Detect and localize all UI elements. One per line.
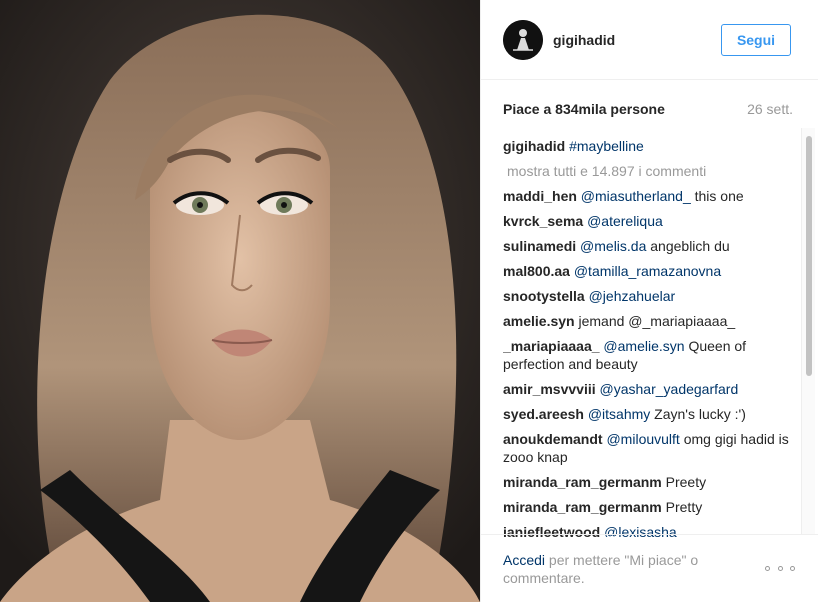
post-header: gigihadid Segui xyxy=(481,0,818,80)
comment-user[interactable]: sulinamedi xyxy=(503,238,576,254)
comment-mention[interactable]: @melis.da xyxy=(580,238,646,254)
scroll-thumb[interactable] xyxy=(806,136,812,376)
comment-mention[interactable]: @tamilla_ramazanovna xyxy=(574,263,721,279)
post-photo[interactable] xyxy=(0,0,480,602)
comment-mention[interactable]: @milouvulft xyxy=(606,431,679,447)
comment-row: sulinamedi @melis.da angeblich du xyxy=(503,237,793,255)
comment-user[interactable]: mal800.aa xyxy=(503,263,570,279)
more-options-icon[interactable] xyxy=(765,559,795,577)
comment-row: amir_msvvviii @yashar_yadegarfard xyxy=(503,380,793,398)
comment-row: _mariapiaaaa_ @amelie.syn Queen of perfe… xyxy=(503,337,793,373)
comment-row: miranda_ram_germanm Pretty xyxy=(503,498,793,516)
comment-row: mal800.aa @tamilla_ramazanovna xyxy=(503,262,793,280)
comments-scrollbar[interactable] xyxy=(801,128,815,534)
caption-hashtag[interactable]: #maybelline xyxy=(569,138,644,154)
comment-mention[interactable]: @itsahmy xyxy=(588,406,650,422)
login-link[interactable]: Accedi xyxy=(503,552,545,568)
comment-user[interactable]: miranda_ram_germanm xyxy=(503,499,662,515)
comment-text: angeblich du xyxy=(646,238,730,254)
comment-row: kvrck_sema @atereliqua xyxy=(503,212,793,230)
comment-row: anoukdemandt @milouvulft omg gigi hadid … xyxy=(503,430,793,466)
post-sidebar: gigihadid Segui Piace a 834mila persone … xyxy=(480,0,818,602)
comment-mention[interactable]: @miasutherland_ xyxy=(581,188,691,204)
post-date[interactable]: 26 sett. xyxy=(747,101,793,117)
comment-row: miranda_ram_germanm Preety xyxy=(503,473,793,491)
post-footer: Accedi per mettere "Mi piace" o commenta… xyxy=(481,534,818,602)
comment-user[interactable]: snootystella xyxy=(503,288,585,304)
comment-mention[interactable]: @jehzahuelar xyxy=(589,288,676,304)
comment-mention[interactable]: @amelie.syn xyxy=(603,338,684,354)
comment-user[interactable]: miranda_ram_germanm xyxy=(503,474,662,490)
avatar-icon xyxy=(503,20,543,60)
follow-button[interactable]: Segui xyxy=(721,24,791,56)
comment-row: maddi_hen @miasutherland_ this one xyxy=(503,187,793,205)
comment-user[interactable]: anoukdemandt xyxy=(503,431,603,447)
comment-text: Pretty xyxy=(665,499,703,515)
comment-user[interactable]: syed.areesh xyxy=(503,406,584,422)
comment-text: jemand @_mariapiaaaa_ xyxy=(578,313,736,329)
comment-user[interactable]: amelie.syn xyxy=(503,313,575,329)
comment-row: syed.areesh @itsahmy Zayn's lucky :') xyxy=(503,405,793,423)
comment-container: maddi_hen @miasutherland_ this one kvrck_… xyxy=(503,187,793,537)
comment-user[interactable]: kvrck_sema xyxy=(503,213,583,229)
comment-text: Zayn's lucky :') xyxy=(650,406,746,422)
username-link[interactable]: gigihadid xyxy=(553,32,615,48)
dot-icon xyxy=(765,565,770,571)
login-prompt: Accedi per mettere "Mi piace" o commenta… xyxy=(503,551,723,587)
comments-list[interactable]: gigihadid #maybelline mostra tutti e 14.… xyxy=(503,137,793,537)
likes-count[interactable]: Piace a 834mila persone xyxy=(503,101,665,117)
caption-user[interactable]: gigihadid xyxy=(503,138,565,154)
comment-text: this one xyxy=(690,188,744,204)
caption: gigihadid #maybelline xyxy=(503,137,793,155)
dot-icon xyxy=(790,565,795,571)
comment-user[interactable]: amir_msvvviii xyxy=(503,381,596,397)
comment-mention[interactable]: @atereliqua xyxy=(587,213,663,229)
comment-mention[interactable]: @yashar_yadegarfard xyxy=(600,381,739,397)
portrait-image xyxy=(0,0,480,602)
likes-row: Piace a 834mila persone 26 sett. xyxy=(503,101,793,121)
comment-row: snootystella @jehzahuelar xyxy=(503,287,793,305)
comment-user[interactable]: _mariapiaaaa_ xyxy=(503,338,600,354)
profile-avatar[interactable] xyxy=(503,20,543,60)
comment-user[interactable]: maddi_hen xyxy=(503,188,577,204)
comment-text: Preety xyxy=(665,474,707,490)
view-all-comments-link[interactable]: mostra tutti e 14.897 i commenti xyxy=(507,162,793,180)
comment-row: amelie.syn jemand @_mariapiaaaa_ xyxy=(503,312,793,330)
dot-icon xyxy=(777,565,783,571)
